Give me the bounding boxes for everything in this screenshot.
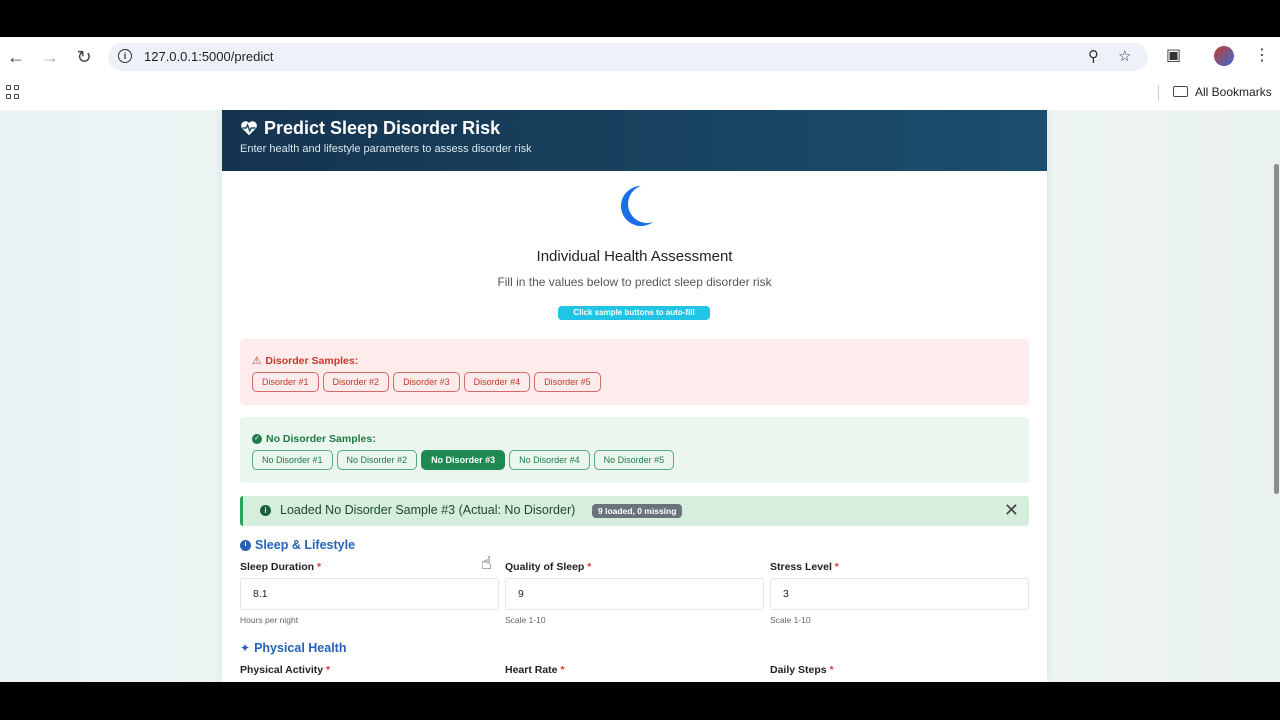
quality-of-sleep-input[interactable] xyxy=(505,578,764,610)
no-disorder-sample-1-button[interactable]: No Disorder #1 xyxy=(252,450,333,470)
zoom-icon[interactable]: ⚲ xyxy=(1088,47,1099,65)
no-disorder-samples-heading: ✓ No Disorder Samples: xyxy=(252,433,376,445)
required-marker: * xyxy=(560,664,565,676)
sleep-lifestyle-title: Sleep & Lifestyle xyxy=(255,538,356,552)
address-bar[interactable]: i 127.0.0.1:5000/predict ⚲ ☆ xyxy=(108,43,1148,71)
disorder-sample-1-button[interactable]: Disorder #1 xyxy=(252,372,319,392)
no-disorder-samples-title: No Disorder Samples: xyxy=(266,433,376,445)
required-marker: * xyxy=(317,561,322,573)
no-disorder-samples-panel: ✓ No Disorder Samples: No Disorder #1 No… xyxy=(240,417,1029,483)
no-disorder-sample-buttons: No Disorder #1 No Disorder #2 No Disorde… xyxy=(252,450,675,470)
hand-cursor-icon: ☝ xyxy=(481,553,492,573)
physical-activity-field: Physical Activity * xyxy=(240,664,499,676)
heart-rate-label-text: Heart Rate xyxy=(505,664,558,676)
sleep-lifestyle-heading: Sleep & Lifestyle xyxy=(240,538,355,552)
running-person-icon: ✦ xyxy=(240,641,251,655)
physical-activity-label-text: Physical Activity xyxy=(240,664,324,676)
heart-pulse-icon xyxy=(241,121,257,136)
warning-icon: ⚠ xyxy=(252,355,262,367)
disorder-samples-panel: ⚠ Disorder Samples: Disorder #1 Disorder… xyxy=(240,339,1029,405)
sleep-duration-field: Sleep Duration * Hours per night xyxy=(240,561,499,625)
no-disorder-sample-3-button[interactable]: No Disorder #3 xyxy=(421,450,506,470)
page-subtitle: Enter health and lifestyle parameters to… xyxy=(240,143,532,155)
sleep-duration-label-text: Sleep Duration xyxy=(240,561,315,573)
scrollbar-thumb[interactable] xyxy=(1274,164,1279,494)
heart-rate-field: Heart Rate * xyxy=(505,664,764,676)
check-circle-icon: ✓ xyxy=(252,434,262,444)
disorder-samples-heading: ⚠ Disorder Samples: xyxy=(252,355,358,367)
bookmarks-divider xyxy=(1158,85,1159,101)
bottom-black-bar xyxy=(0,682,1280,720)
menu-kebab-icon[interactable]: ⋮ xyxy=(1254,45,1270,65)
disorder-sample-3-button[interactable]: Disorder #3 xyxy=(393,372,460,392)
assessment-subtitle: Fill in the values below to predict slee… xyxy=(497,275,772,289)
daily-steps-label-text: Daily Steps xyxy=(770,664,827,676)
disorder-sample-2-button[interactable]: Disorder #2 xyxy=(322,372,390,392)
quality-of-sleep-label-text: Quality of Sleep xyxy=(505,561,585,573)
disorder-sample-buttons: Disorder #1 Disorder #2 Disorder #3 Diso… xyxy=(252,372,601,392)
info-icon: i xyxy=(260,505,271,516)
profile-avatar[interactable] xyxy=(1214,46,1234,66)
assessment-title: Individual Health Assessment xyxy=(536,248,733,265)
reload-icon[interactable]: ↻ xyxy=(72,45,96,69)
no-disorder-sample-2-button[interactable]: No Disorder #2 xyxy=(336,450,418,470)
quality-of-sleep-label: Quality of Sleep * xyxy=(505,561,764,573)
required-marker: * xyxy=(829,664,834,676)
stress-level-help: Scale 1-10 xyxy=(770,615,811,625)
physical-health-heading: ✦ Physical Health xyxy=(240,641,346,655)
quality-of-sleep-help: Scale 1-10 xyxy=(505,615,546,625)
stress-level-field: Stress Level * Scale 1-10 xyxy=(770,561,1029,625)
close-icon[interactable]: ✕ xyxy=(1004,501,1019,519)
stress-level-label-text: Stress Level xyxy=(770,561,832,573)
sleep-duration-help: Hours per night xyxy=(240,615,299,625)
stress-level-input[interactable] xyxy=(770,578,1029,610)
forward-arrow-icon[interactable]: → xyxy=(38,45,62,69)
folder-icon[interactable] xyxy=(1173,86,1188,97)
moon-icon xyxy=(621,186,653,226)
loaded-count-badge: 9 loaded, 0 missing xyxy=(592,504,683,518)
all-bookmarks-link[interactable]: All Bookmarks xyxy=(1195,85,1272,99)
quality-of-sleep-field: Quality of Sleep * Scale 1-10 xyxy=(505,561,764,625)
back-arrow-icon[interactable]: ← xyxy=(4,45,28,69)
no-disorder-sample-4-button[interactable]: No Disorder #4 xyxy=(509,450,590,470)
page-viewport: Predict Sleep Disorder Risk Enter health… xyxy=(0,110,1280,682)
site-info-icon[interactable]: i xyxy=(118,49,132,63)
bookmark-star-icon[interactable]: ☆ xyxy=(1118,47,1131,65)
sample-loaded-alert: i Loaded No Disorder Sample #3 (Actual: … xyxy=(240,496,1029,526)
extensions-icon[interactable]: ▣ xyxy=(1166,45,1181,65)
stress-level-label: Stress Level * xyxy=(770,561,1029,573)
required-marker: * xyxy=(587,561,592,573)
daily-steps-field: Daily Steps * xyxy=(770,664,1029,676)
page-title: Predict Sleep Disorder Risk xyxy=(264,118,501,138)
disorder-sample-4-button[interactable]: Disorder #4 xyxy=(463,372,531,392)
required-marker: * xyxy=(326,664,331,676)
disorder-sample-5-button[interactable]: Disorder #5 xyxy=(534,372,601,392)
heart-rate-label: Heart Rate * xyxy=(505,664,764,676)
clock-icon xyxy=(240,539,251,551)
disorder-samples-title: Disorder Samples: xyxy=(265,355,359,367)
sleep-duration-label: Sleep Duration * xyxy=(240,561,499,573)
apps-grid-icon[interactable] xyxy=(6,85,20,99)
sleep-duration-input[interactable] xyxy=(240,578,499,610)
address-url[interactable]: 127.0.0.1:5000/predict xyxy=(144,49,273,64)
top-black-bar xyxy=(0,0,1280,37)
page-scrollbar[interactable] xyxy=(1272,110,1280,682)
daily-steps-label: Daily Steps * xyxy=(770,664,1029,676)
bookmarks-bar: All Bookmarks xyxy=(0,81,1280,109)
required-marker: * xyxy=(834,561,839,573)
physical-health-title: Physical Health xyxy=(254,641,347,655)
card-header: Predict Sleep Disorder Risk Enter health… xyxy=(222,110,1047,171)
autofill-hint-badge: Click sample buttons to auto-fill xyxy=(558,306,710,320)
alert-message: Loaded No Disorder Sample #3 (Actual: No… xyxy=(280,503,576,517)
no-disorder-sample-5-button[interactable]: No Disorder #5 xyxy=(593,450,675,470)
physical-activity-label: Physical Activity * xyxy=(240,664,499,676)
browser-chrome: ← → ↻ i 127.0.0.1:5000/predict ⚲ ☆ ▣ ⋮ A… xyxy=(0,37,1280,110)
prediction-card: Predict Sleep Disorder Risk Enter health… xyxy=(222,110,1047,682)
